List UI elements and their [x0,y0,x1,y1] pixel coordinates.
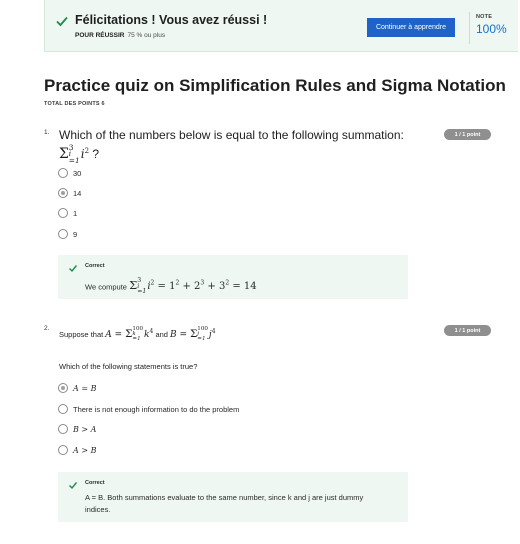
answer-option[interactable]: A = B [58,382,96,394]
question-number: 1. [44,129,50,136]
answer-option[interactable]: 14 [58,187,81,199]
pass-label: POUR RÉUSSIR [75,32,125,39]
option-label: 1 [73,208,78,218]
grade-label: NOTE [476,14,493,20]
radio-button[interactable] [58,229,68,239]
option-label: B > A [73,424,97,434]
feedback-prefix: We compute [85,282,127,292]
math-b: B = Σ 100 j =1 j4 [170,326,216,343]
question-number: 2. [44,325,50,332]
feedback-text: We compute Σ 3 i =1 i2 = 12 + 23 + 32 = 14 [85,278,257,295]
continue-learning-button[interactable]: Continuer à apprendre [367,18,455,37]
question-prompt: Which of the numbers below is equal to t… [59,127,439,165]
check-icon [69,482,78,490]
feedback-box: Correct A = B. Both summations evaluate … [58,472,408,522]
pass-value: 75 % ou plus [127,32,166,39]
total-points: TOTAL DES POINTS 6 [44,101,105,107]
option-label: 30 [73,168,82,178]
check-icon [56,16,68,27]
option-label: 14 [73,188,82,198]
radio-button[interactable] [58,424,68,434]
feedback-box: Correct We compute Σ 3 i =1 i2 = 12 + 23 + 3… [58,255,408,299]
page-title: Practice quiz on Simplification Rules an… [44,76,506,95]
feedback-label: Correct [85,480,105,486]
question-prompt: Suppose that A = Σ 100 k =1 k4 and B = Σ 100 j… [59,326,216,343]
radio-button[interactable] [58,168,68,178]
feedback-text: A = B. Both summations evaluate to the s… [85,493,364,514]
question-math: Σ 3 i =1 i2 ? [59,142,100,166]
answer-option[interactable]: B > A [58,423,96,435]
passing-requirement: POUR RÉUSSIR 75 % ou plus [75,32,165,39]
radio-button-selected[interactable] [58,188,68,198]
points-badge: 1 / 1 point [444,129,491,140]
success-banner: Félicitations ! Vous avez réussi ! POUR … [44,0,518,52]
radio-button-selected[interactable] [58,383,68,393]
option-label: A > B [73,445,97,455]
radio-button[interactable] [58,445,68,455]
question-line: Which of the following statements is tru… [59,362,198,371]
answer-option[interactable]: A > B [58,444,96,456]
option-label: 9 [73,229,78,239]
grade-value: 100% [476,22,507,36]
option-label: A = B [73,383,97,393]
feedback-math: Σ 3 i =1 i2 = 12 + 23 + 32 = 14 [129,277,257,296]
answer-option[interactable]: 30 [58,167,81,179]
question-text: Which of the numbers below is equal to t… [59,128,404,142]
banner-title: Félicitations ! Vous avez réussi ! [75,13,268,27]
prompt-prefix: Suppose that [59,329,104,339]
feedback-label: Correct [85,263,105,269]
points-badge: 1 / 1 point [444,325,491,336]
radio-button[interactable] [58,404,68,414]
radio-button[interactable] [58,208,68,218]
check-icon [69,265,78,273]
answer-option[interactable]: There is not enough information to do th… [58,403,239,415]
math-a: A = Σ 100 k =1 k4 [105,326,154,343]
option-label: There is not enough information to do th… [73,404,240,414]
prompt-and: and [155,329,168,339]
banner-divider [469,12,470,44]
answer-option[interactable]: 9 [58,228,77,240]
answer-option[interactable]: 1 [58,207,77,219]
